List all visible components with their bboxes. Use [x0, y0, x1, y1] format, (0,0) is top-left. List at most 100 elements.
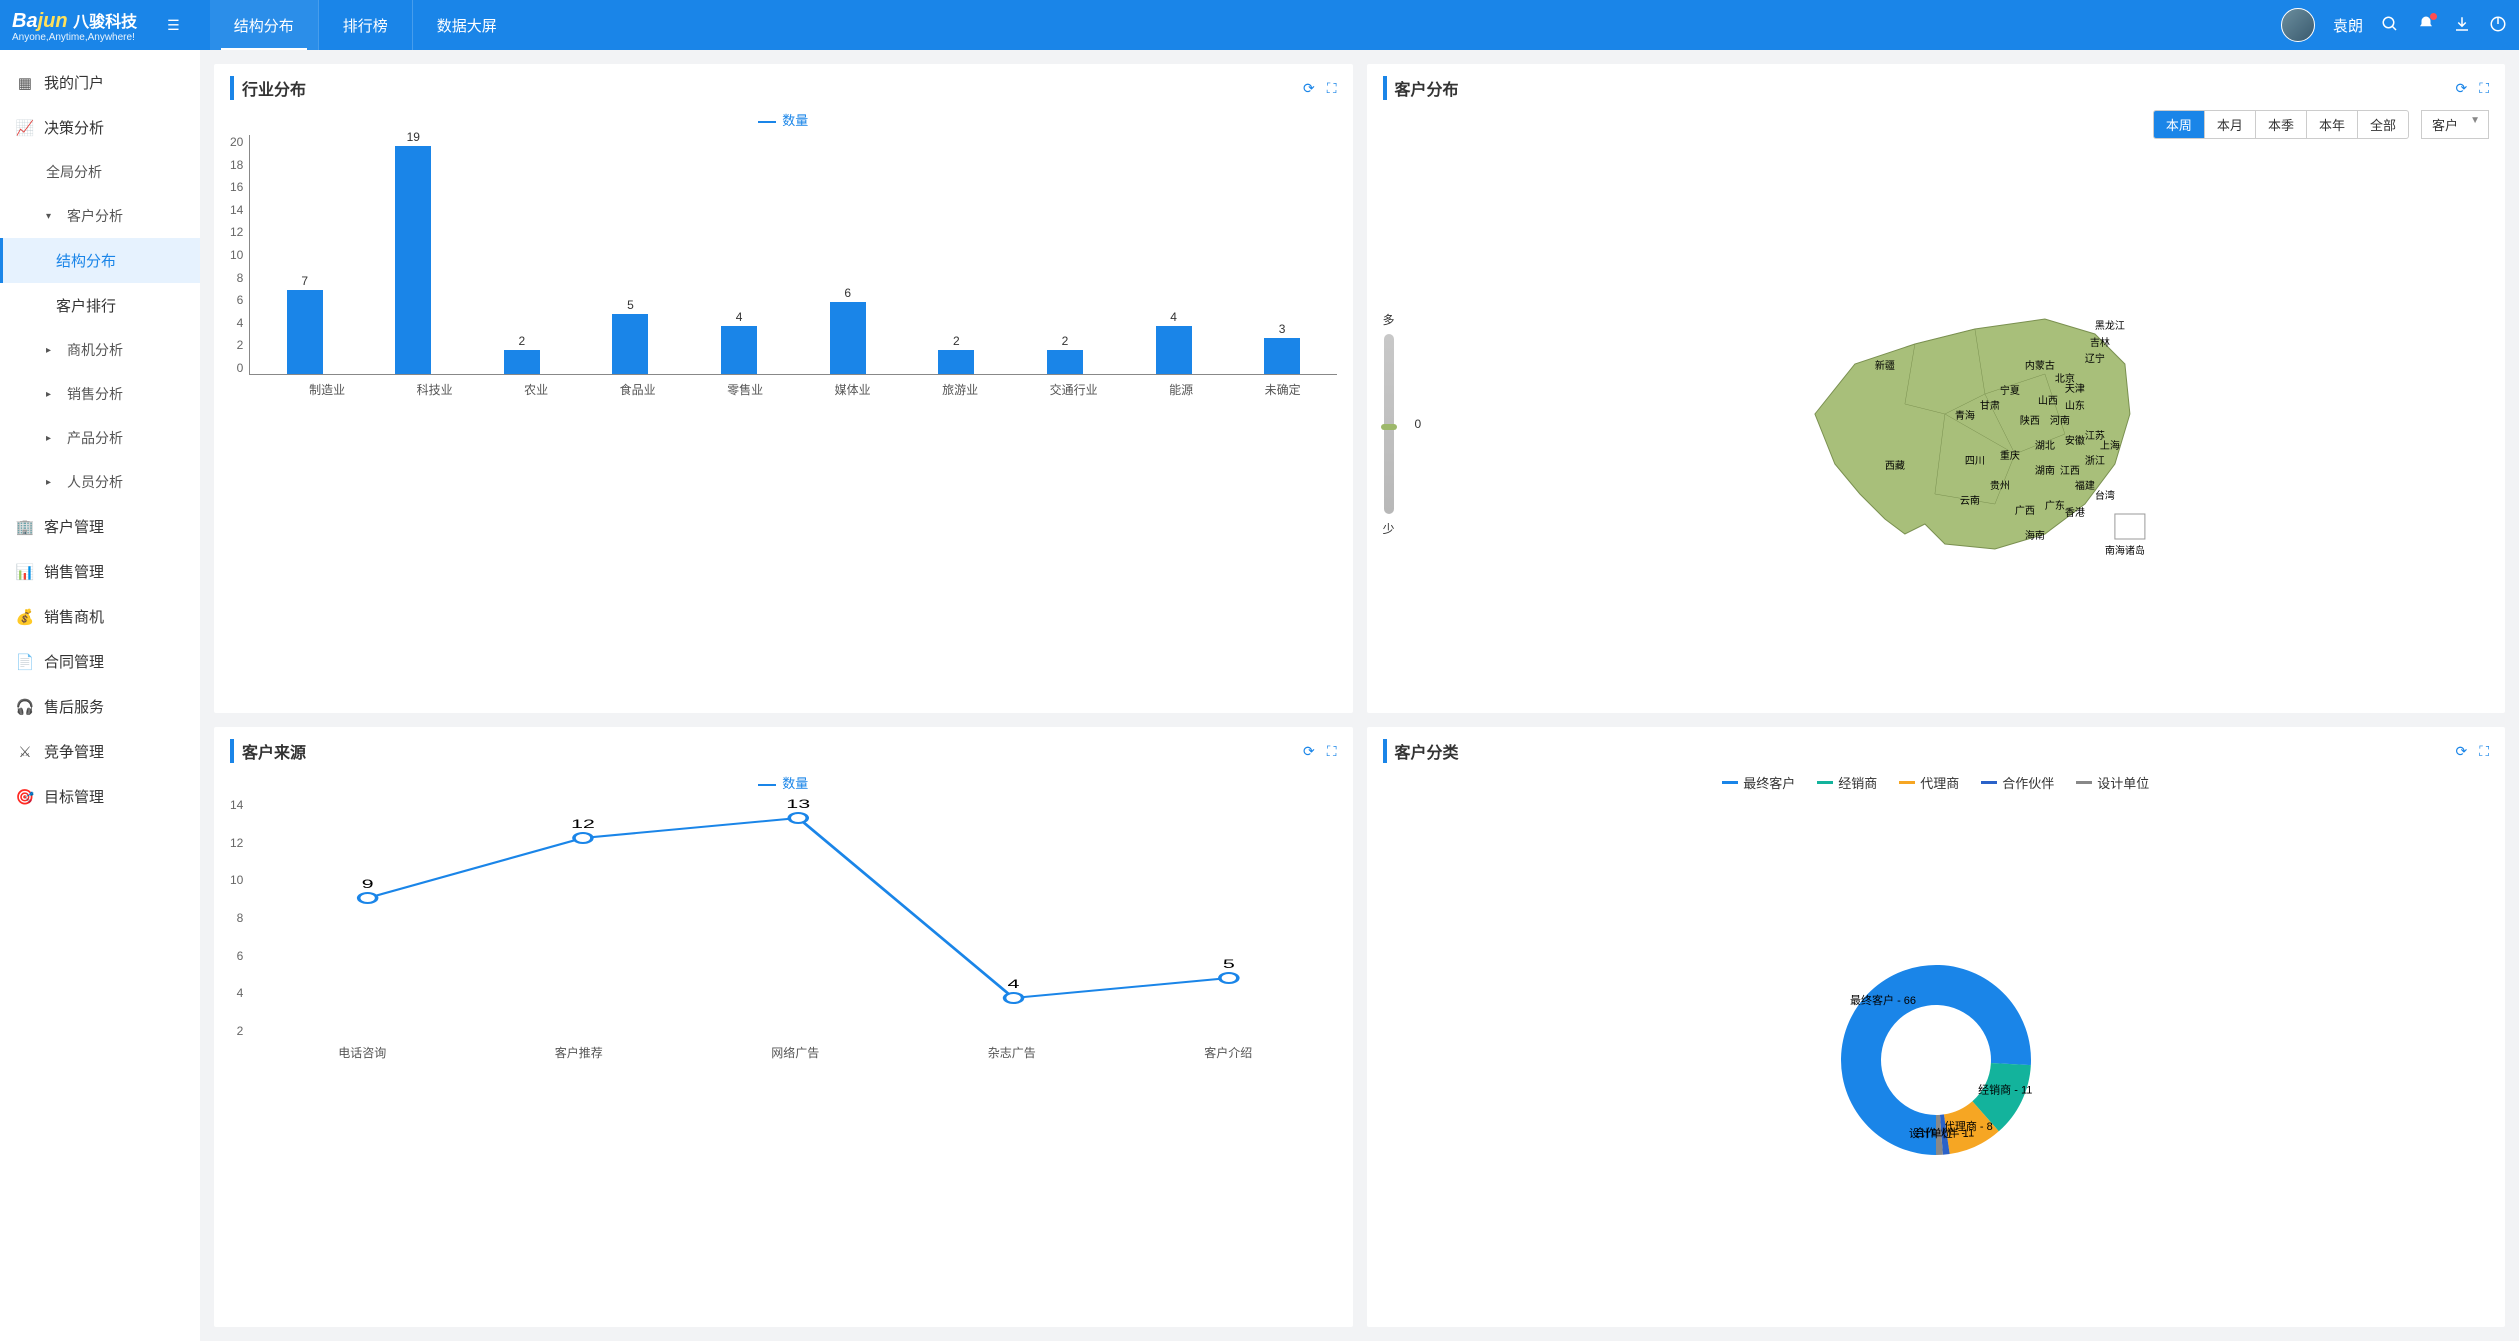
expand-icon[interactable]: ⛶ — [1327, 743, 1337, 760]
target-icon: 🎯 — [16, 788, 34, 806]
scale-mid-label: 0 — [1415, 417, 1422, 431]
sidebar-item-structure[interactable]: 结构分布 — [0, 238, 200, 283]
svg-text:福建: 福建 — [2075, 479, 2095, 492]
svg-text:云南: 云南 — [1960, 494, 1980, 507]
donut-legend: 最终客户经销商代理商合作伙伴设计单位 — [1383, 773, 2490, 792]
sidebar-item-sales-mgmt[interactable]: 📊销售管理 — [0, 549, 200, 594]
time-tab-0[interactable]: 本周 — [2154, 111, 2204, 138]
svg-text:安徽: 安徽 — [2065, 434, 2085, 447]
search-icon[interactable] — [2381, 15, 2399, 36]
svg-text:吉林: 吉林 — [2090, 336, 2110, 349]
sidebar-item-sales-opp[interactable]: 💰销售商机 — [0, 594, 200, 639]
svg-text:湖北: 湖北 — [2035, 440, 2055, 452]
refresh-icon[interactable]: ⟳ — [1303, 80, 1315, 97]
time-tab-4[interactable]: 全部 — [2357, 111, 2408, 138]
caret-right-icon: ▸ — [46, 345, 51, 356]
card-source: 客户来源 ⟳ ⛶ 数量 1412108642 9121345 电话咨询客户推荐网… — [214, 727, 1353, 1327]
svg-text:重庆: 重庆 — [2000, 449, 2020, 462]
refresh-icon[interactable]: ⟳ — [1303, 743, 1315, 760]
tab-structure[interactable]: 结构分布 — [210, 0, 318, 50]
card-industry: 行业分布 ⟳ ⛶ 数量 20181614121086420 7192546224… — [214, 64, 1353, 713]
china-map[interactable]: 黑龙江吉林辽宁 内蒙古北京天津 山西山东河南 陕西宁夏甘肃 青海新疆西藏 四川重… — [1441, 274, 2489, 574]
username[interactable]: 袁朗 — [2333, 15, 2363, 36]
svg-text:贵州: 贵州 — [1990, 479, 2010, 492]
svg-text:黑龙江: 黑龙江 — [2095, 319, 2125, 332]
expand-icon[interactable]: ⛶ — [2479, 743, 2489, 760]
chart-icon: 📈 — [16, 119, 34, 137]
service-icon: 🎧 — [16, 698, 34, 716]
card-title-source: 客户来源 — [230, 739, 306, 763]
sidebar-item-product-analysis[interactable]: ▸产品分析 — [0, 416, 200, 460]
card-distribution: 客户分布 ⟳ ⛶ 本周本月本季本年全部 客户 多 少 0 — [1367, 64, 2506, 713]
sales-icon: 📊 — [16, 563, 34, 581]
svg-text:陕西: 陕西 — [2020, 414, 2040, 427]
svg-text:广西: 广西 — [2015, 505, 2035, 517]
sidebar: ▦我的门户 📈决策分析 全局分析 ▾客户分析 结构分布 客户排行 ▸商机分析 ▸… — [0, 50, 200, 1341]
menu-toggle-icon[interactable]: ☰ — [167, 17, 180, 34]
bar-chart-industry: 20181614121086420 71925462243 制造业科技业农业食品… — [230, 135, 1337, 701]
svg-text:9: 9 — [362, 877, 374, 891]
svg-text:天津: 天津 — [2065, 383, 2085, 395]
donut-chart: 最终客户 - 66经销商 - 11代理商 - 8合作伙伴 - 1设计单位 - 1 — [1383, 804, 2490, 1315]
legend-industry: 数量 — [230, 110, 1337, 129]
top-header: Bajun 八骏科技 Anyone,Anytime,Anywhere! ☰ 结构… — [0, 0, 2519, 50]
avatar[interactable] — [2281, 8, 2315, 42]
sidebar-item-customer-analysis[interactable]: ▾客户分析 — [0, 194, 200, 238]
power-icon[interactable] — [2489, 15, 2507, 36]
time-tab-1[interactable]: 本月 — [2204, 111, 2255, 138]
card-title-distribution: 客户分布 — [1383, 76, 1459, 100]
sidebar-item-people-analysis[interactable]: ▸人员分析 — [0, 460, 200, 504]
sidebar-item-customer-rank[interactable]: 客户排行 — [0, 283, 200, 328]
sidebar-item-global[interactable]: 全局分析 — [0, 150, 200, 194]
svg-text:新疆: 新疆 — [1875, 359, 1895, 372]
contract-icon: 📄 — [16, 653, 34, 671]
card-title-category: 客户分类 — [1383, 739, 1459, 763]
time-tab-3[interactable]: 本年 — [2306, 111, 2357, 138]
customer-select[interactable]: 客户 — [2421, 110, 2489, 139]
header-right: 袁朗 — [2281, 8, 2507, 42]
svg-text:南海诸岛: 南海诸岛 — [2105, 544, 2145, 557]
time-range-tabs: 本周本月本季本年全部 — [2153, 110, 2409, 139]
svg-text:辽宁: 辽宁 — [2085, 352, 2105, 365]
sidebar-item-customer-mgmt[interactable]: 🏢客户管理 — [0, 504, 200, 549]
sidebar-item-portal[interactable]: ▦我的门户 — [0, 60, 200, 105]
tab-bigscreen[interactable]: 数据大屏 — [412, 0, 521, 50]
svg-text:浙江: 浙江 — [2085, 455, 2105, 467]
sidebar-item-target[interactable]: 🎯目标管理 — [0, 774, 200, 819]
svg-text:4: 4 — [1008, 977, 1020, 991]
tab-ranking[interactable]: 排行榜 — [318, 0, 412, 50]
heat-scale: 多 少 — [1383, 311, 1395, 537]
time-tab-2[interactable]: 本季 — [2255, 111, 2306, 138]
svg-text:宁夏: 宁夏 — [2000, 384, 2020, 397]
download-icon[interactable] — [2453, 15, 2471, 36]
card-category: 客户分类 ⟳ ⛶ 最终客户经销商代理商合作伙伴设计单位 最终客户 - 66 经销商… — [1367, 727, 2506, 1327]
sidebar-item-contract[interactable]: 📄合同管理 — [0, 639, 200, 684]
line-chart-source: 1412108642 9121345 — [260, 798, 1337, 1038]
svg-text:最终客户 - 66: 最终客户 - 66 — [1850, 993, 1916, 1007]
refresh-icon[interactable]: ⟳ — [2455, 743, 2467, 760]
compete-icon: ⚔ — [16, 743, 34, 761]
svg-text:经销商 - 11: 经销商 - 11 — [1978, 1082, 2032, 1096]
bell-icon[interactable] — [2417, 15, 2435, 36]
top-tabs: 结构分布 排行榜 数据大屏 — [210, 0, 521, 50]
sidebar-item-opportunity[interactable]: ▸商机分析 — [0, 328, 200, 372]
svg-text:甘肃: 甘肃 — [1980, 399, 2000, 412]
card-title-industry: 行业分布 — [230, 76, 306, 100]
svg-text:广东: 广东 — [2045, 499, 2065, 512]
sidebar-item-compete[interactable]: ⚔竞争管理 — [0, 729, 200, 774]
main-content: 行业分布 ⟳ ⛶ 数量 20181614121086420 7192546224… — [200, 50, 2519, 1341]
svg-text:湖南: 湖南 — [2035, 464, 2055, 477]
svg-text:5: 5 — [1223, 957, 1235, 971]
money-icon: 💰 — [16, 608, 34, 626]
svg-text:西藏: 西藏 — [1885, 460, 1905, 472]
expand-icon[interactable]: ⛶ — [2479, 80, 2489, 97]
svg-text:河南: 河南 — [2050, 414, 2070, 427]
refresh-icon[interactable]: ⟳ — [2455, 80, 2467, 97]
legend-source: 数量 — [230, 773, 1337, 792]
svg-text:香港: 香港 — [2065, 507, 2085, 519]
sidebar-item-sales-analysis[interactable]: ▸销售分析 — [0, 372, 200, 416]
svg-text:青海: 青海 — [1955, 409, 1975, 422]
sidebar-item-service[interactable]: 🎧售后服务 — [0, 684, 200, 729]
sidebar-item-analysis[interactable]: 📈决策分析 — [0, 105, 200, 150]
expand-icon[interactable]: ⛶ — [1327, 80, 1337, 97]
